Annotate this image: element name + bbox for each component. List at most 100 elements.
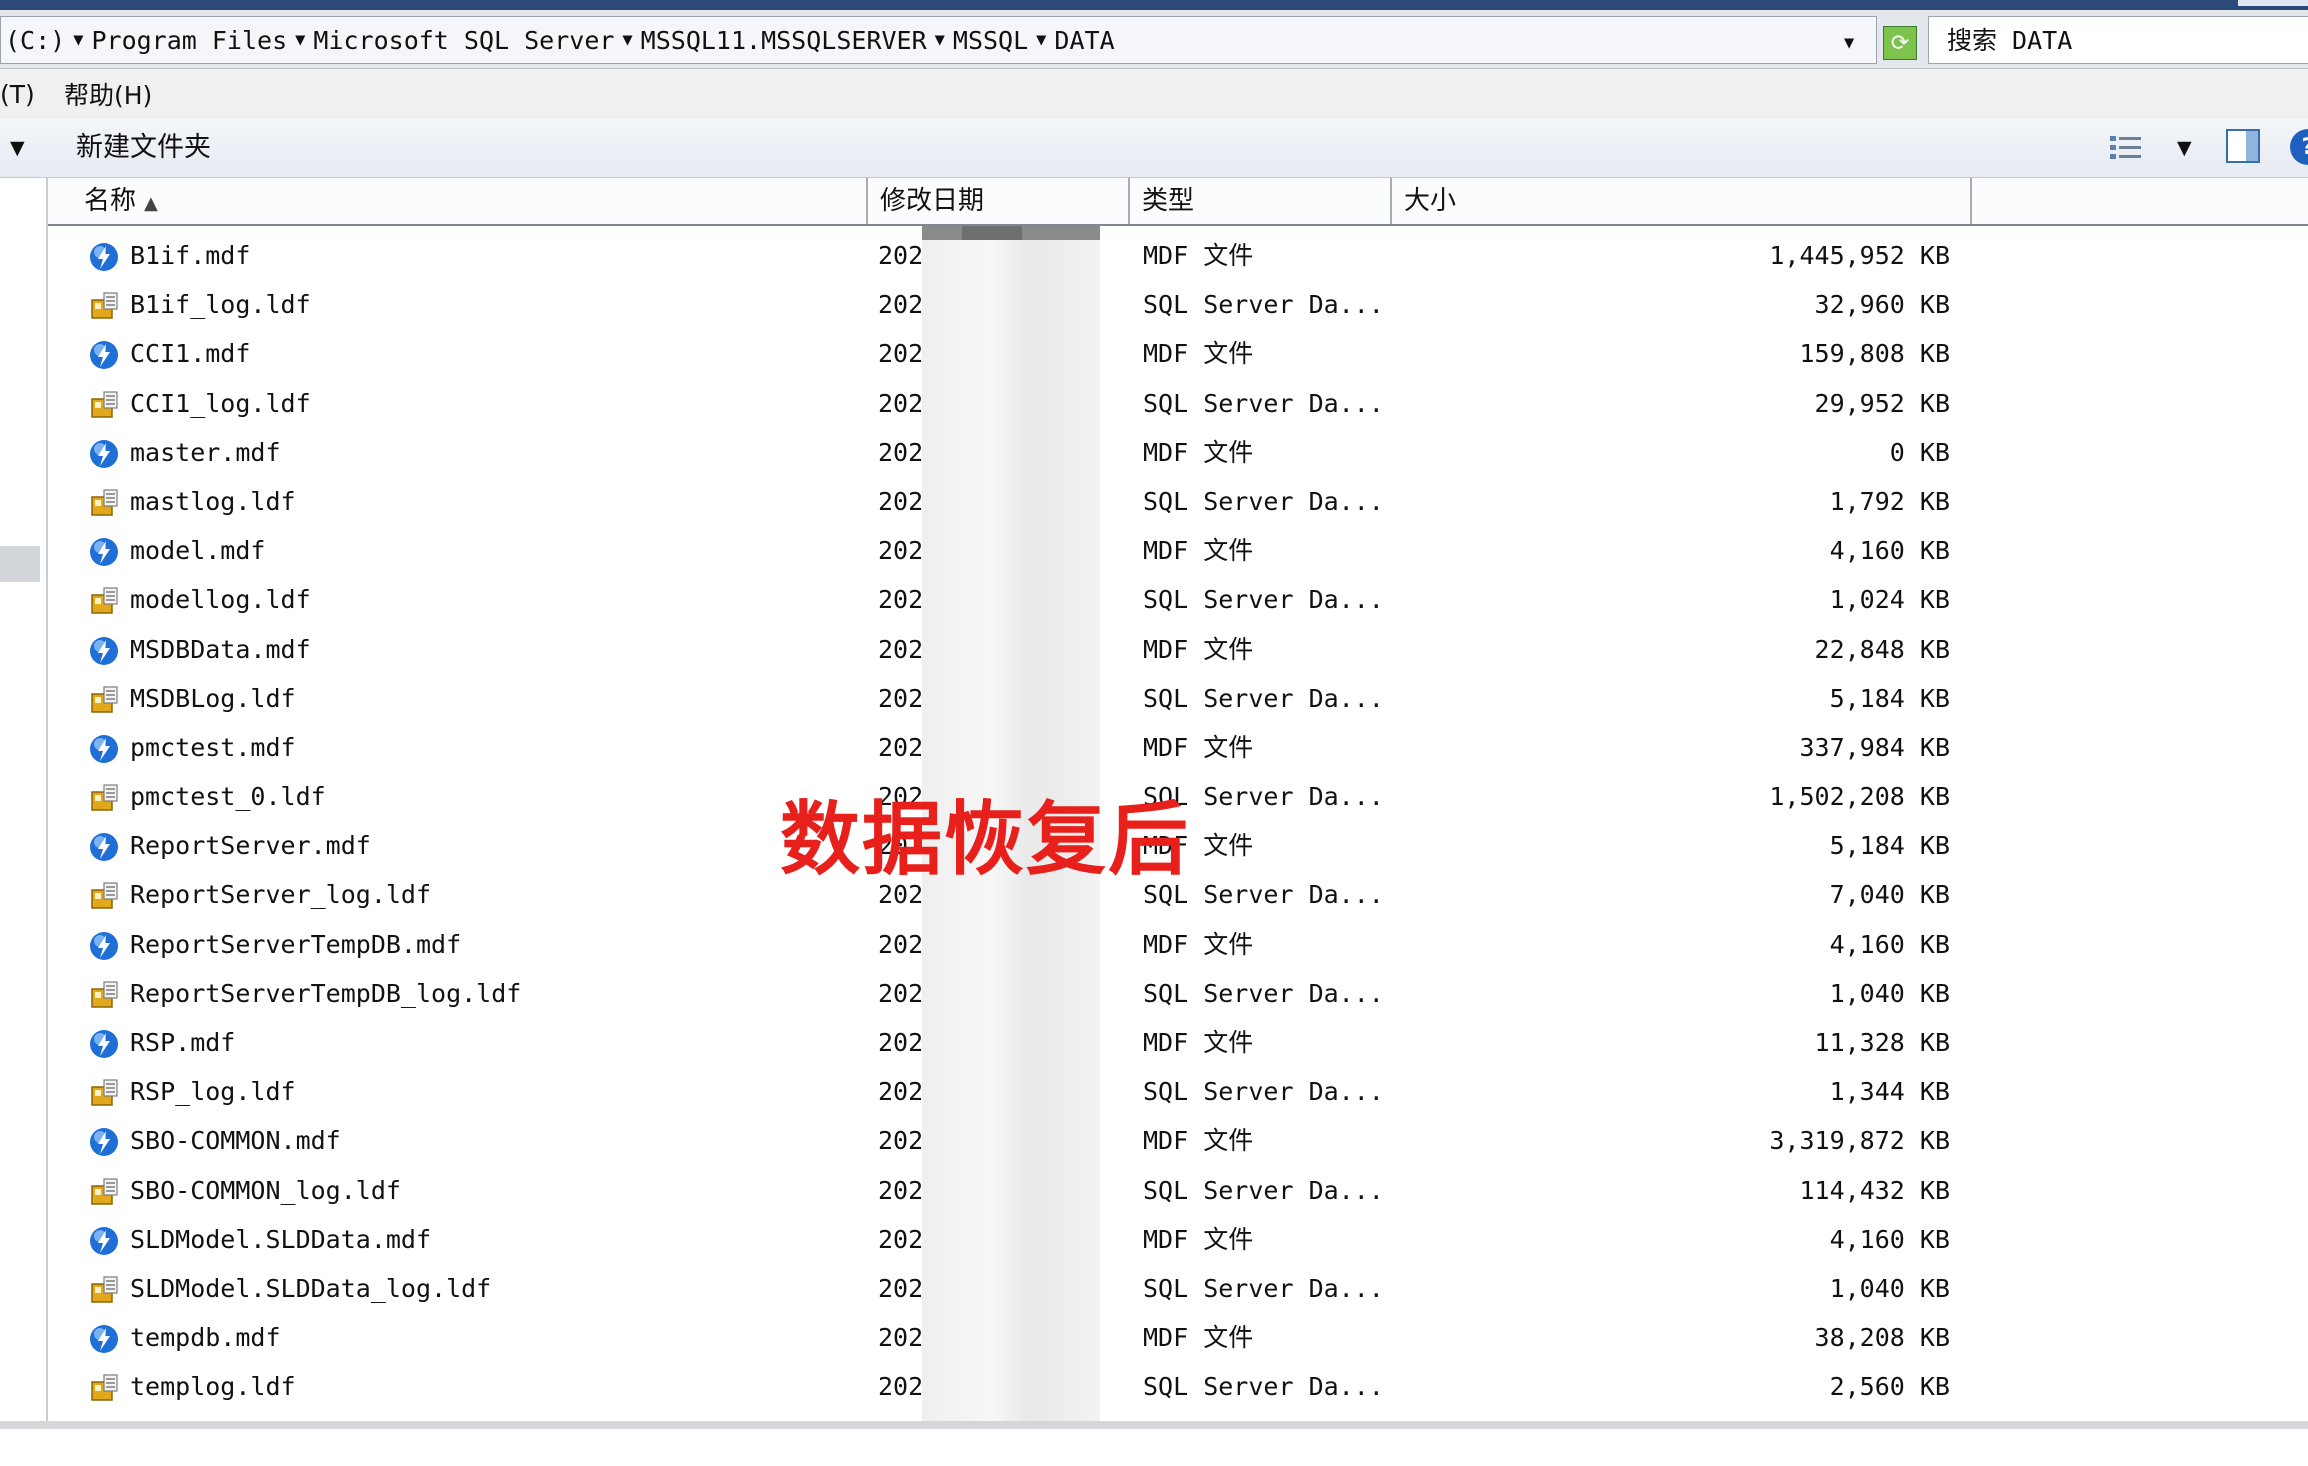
organize-dropdown-icon[interactable]: ▼ <box>10 137 25 159</box>
breadcrumb-item[interactable]: Microsoft SQL Server ▼ <box>313 26 640 55</box>
file-name: B1if_log.ldf <box>130 290 311 320</box>
file-size: 5,184 KB <box>1829 831 1950 861</box>
mdf-database-icon <box>88 1116 124 1165</box>
file-size: 4,160 KB <box>1829 536 1950 566</box>
new-folder-button[interactable]: 新建文件夹 <box>76 119 211 177</box>
breadcrumb-chevron-icon[interactable]: ▼ <box>1036 30 1046 50</box>
mdf-database-icon <box>88 625 124 674</box>
file-type: MDF 文件 <box>1143 1323 1254 1353</box>
ldf-log-icon <box>88 280 124 329</box>
file-name: ReportServerTempDB.mdf <box>130 929 462 959</box>
ldf-log-icon <box>88 1264 124 1313</box>
address-history-dropdown-icon[interactable]: ▼ <box>1844 33 1854 53</box>
ldf-log-icon <box>88 477 124 526</box>
breadcrumb-item[interactable]: Program Files ▼ <box>91 26 313 55</box>
search-input[interactable] <box>1947 17 2307 61</box>
file-row[interactable]: MSDBLog.ldf 202 SQL Server Da... 5,184 KB <box>48 674 2308 723</box>
file-name: modellog.ldf <box>130 585 311 615</box>
menu-bar: (T) 帮助(H) <box>0 69 2308 119</box>
file-size: 159,808 KB <box>1799 339 1950 369</box>
horizontal-scrollbar[interactable] <box>0 1421 2308 1429</box>
ldf-log-icon <box>88 1166 124 1215</box>
file-row[interactable]: modellog.ldf 202 SQL Server Da... 1,024 KB <box>48 575 2308 624</box>
file-size: 5,184 KB <box>1829 683 1950 713</box>
change-view-icon[interactable] <box>2108 133 2144 163</box>
breadcrumb-item[interactable]: DATA <box>1054 26 1114 55</box>
navigation-pane[interactable] <box>0 178 48 1438</box>
file-type: MDF 文件 <box>1143 339 1254 369</box>
file-name: CCI1_log.ldf <box>130 388 311 418</box>
breadcrumb-chevron-icon[interactable]: ▼ <box>73 30 83 50</box>
breadcrumb-label: DATA <box>1054 25 1115 55</box>
ldf-log-icon <box>88 1362 124 1411</box>
mdf-database-icon <box>88 920 124 969</box>
file-name: templog.ldf <box>130 1372 296 1402</box>
file-name: SLDModel.SLDData_log.ldf <box>130 1273 492 1303</box>
mdf-database-icon <box>88 526 124 575</box>
file-date: 202 <box>878 732 924 762</box>
file-row[interactable]: master.mdf 202 MDF 文件 0 KB <box>48 428 2308 477</box>
file-date: 202 <box>878 290 924 320</box>
file-row[interactable]: mastlog.ldf 202 SQL Server Da... 1,792 KB <box>48 477 2308 526</box>
view-options-dropdown-icon[interactable]: ▼ <box>2177 137 2192 159</box>
file-row[interactable]: CCI1_log.ldf 202 SQL Server Da... 29,952 KB <box>48 379 2308 428</box>
file-row[interactable]: SLDModel.SLDData_log.ldf 202 SQL Server Da… <box>48 1264 2308 1313</box>
file-row[interactable]: MSDBData.mdf 202 MDF 文件 22,848 KB <box>48 625 2308 674</box>
preview-pane-icon[interactable] <box>2226 129 2260 163</box>
breadcrumb-item[interactable]: MSSQL11.MSSQLSERVER ▼ <box>641 26 953 55</box>
help-icon[interactable]: ? <box>2290 129 2308 165</box>
file-row[interactable]: SLDModel.SLDData.mdf 202 MDF 文件 4,160 KB <box>48 1215 2308 1264</box>
navigation-selected-item[interactable] <box>0 546 40 582</box>
file-row[interactable]: B1if_log.ldf 202 SQL Server Da... 32,960 KB <box>48 280 2308 329</box>
file-row[interactable]: pmctest.mdf 202 MDF 文件 337,984 KB <box>48 723 2308 772</box>
file-name: ReportServerTempDB_log.ldf <box>130 978 522 1008</box>
column-header-date[interactable]: 修改日期 <box>868 178 1130 224</box>
menu-help[interactable]: 帮助(H) <box>64 76 152 112</box>
file-name: ReportServer_log.ldf <box>130 880 432 910</box>
search-box[interactable] <box>1928 16 2308 64</box>
file-row[interactable]: tempdb.mdf 202 MDF 文件 38,208 KB <box>48 1313 2308 1362</box>
file-name: mastlog.ldf <box>130 486 296 516</box>
file-row[interactable]: model.mdf 202 MDF 文件 4,160 KB <box>48 526 2308 575</box>
column-header-name[interactable]: 名称 ▲ <box>48 178 868 224</box>
file-type: SQL Server Da... <box>1143 1273 1384 1303</box>
refresh-icon[interactable]: ⟳ <box>1883 26 1917 60</box>
breadcrumb-item[interactable]: (C:) ▼ <box>5 26 91 55</box>
file-date: 202 <box>878 1273 924 1303</box>
menu-tools[interactable]: (T) <box>0 80 35 109</box>
file-row[interactable]: SBO-COMMON.mdf 202 MDF 文件 3,319,872 KB <box>48 1116 2308 1165</box>
file-date: 202 <box>878 929 924 959</box>
file-date: 202 <box>878 486 924 516</box>
breadcrumb-chevron-icon[interactable]: ▼ <box>295 30 305 50</box>
file-type: SQL Server Da... <box>1143 388 1384 418</box>
breadcrumb: (C:) ▼ Program Files ▼ Microsoft SQL Server ▼… <box>5 17 1115 63</box>
column-header-row: 名称 ▲ 修改日期 类型 大小 <box>48 178 2308 226</box>
file-row[interactable]: ReportServerTempDB.mdf 202 MDF 文件 4,160 KB <box>48 920 2308 969</box>
file-size: 1,502,208 KB <box>1769 782 1950 812</box>
file-row[interactable]: RSP_log.ldf 202 SQL Server Da... 1,344 KB <box>48 1067 2308 1116</box>
file-row[interactable]: B1if.mdf 202 MDF 文件 1,445,952 KB <box>48 231 2308 280</box>
file-date: 202 <box>878 585 924 615</box>
breadcrumb-chevron-icon[interactable]: ▼ <box>622 30 632 50</box>
file-name: SLDModel.SLDData.mdf <box>130 1224 432 1254</box>
file-type: MDF 文件 <box>1143 536 1254 566</box>
breadcrumb-item[interactable]: MSSQL ▼ <box>953 26 1055 55</box>
mdf-database-icon <box>88 1313 124 1362</box>
file-name: MSDBLog.ldf <box>130 683 296 713</box>
file-row[interactable]: templog.ldf 202 SQL Server Da... 2,560 KB <box>48 1362 2308 1411</box>
file-row[interactable]: RSP.mdf 202 MDF 文件 11,328 KB <box>48 1018 2308 1067</box>
column-header-size[interactable]: 大小 <box>1392 178 1972 224</box>
column-header-type[interactable]: 类型 <box>1130 178 1392 224</box>
breadcrumb-label: Program Files <box>91 25 288 55</box>
file-date: 202 <box>878 1077 924 1107</box>
address-bar[interactable]: (C:) ▼ Program Files ▼ Microsoft SQL Server ▼… <box>0 16 1877 64</box>
file-size: 11,328 KB <box>1814 1028 1950 1057</box>
file-row[interactable]: SBO-COMMON_log.ldf 202 SQL Server Da... 114… <box>48 1166 2308 1215</box>
breadcrumb-chevron-icon[interactable]: ▼ <box>935 30 945 50</box>
mdf-database-icon <box>88 1018 124 1067</box>
file-row[interactable]: CCI1.mdf 202 MDF 文件 159,808 KB <box>48 329 2308 378</box>
file-size: 7,040 KB <box>1829 880 1950 910</box>
address-row: (C:) ▼ Program Files ▼ Microsoft SQL Server ▼… <box>0 10 2308 69</box>
file-row[interactable]: ReportServerTempDB_log.ldf 202 SQL Server … <box>48 969 2308 1018</box>
command-toolbar: ▼ 新建文件夹 ▼ ? <box>0 119 2308 178</box>
